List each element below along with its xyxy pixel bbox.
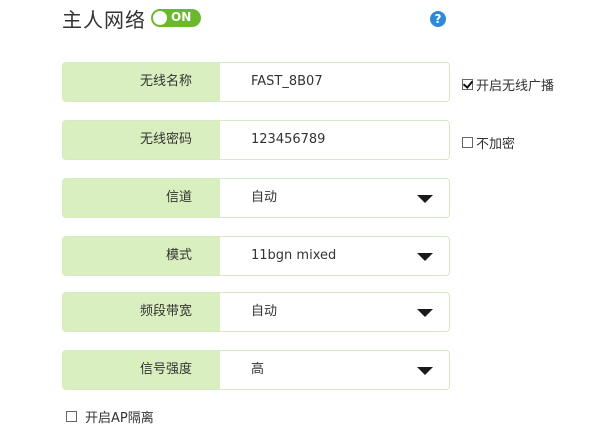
broadcast-checkbox-box[interactable] (462, 79, 473, 90)
ssid-label: 无线名称 (63, 63, 220, 101)
no-encrypt-checkbox-box[interactable] (462, 137, 473, 148)
channel-select[interactable]: 信道 自动 (62, 178, 450, 218)
chevron-down-icon[interactable] (417, 195, 433, 203)
bandwidth-value: 自动 (251, 304, 278, 319)
signal-strength-select[interactable]: 信号强度 高 (62, 350, 450, 390)
ap-isolation-checkbox[interactable]: 开启AP隔离 (66, 407, 154, 426)
chevron-down-icon[interactable] (417, 253, 433, 261)
password-label: 无线密码 (63, 121, 220, 159)
chevron-down-icon[interactable] (417, 309, 433, 317)
chevron-down-icon[interactable] (417, 367, 433, 375)
mode-value: 11bgn mixed (251, 248, 337, 263)
no-encrypt-checkbox[interactable]: 不加密 (462, 133, 515, 152)
network-toggle[interactable]: ON (151, 9, 201, 27)
no-encrypt-checkbox-label: 不加密 (476, 137, 516, 152)
mode-select[interactable]: 模式 11bgn mixed (62, 236, 450, 276)
ssid-input[interactable]: FAST_8B07 (251, 63, 323, 101)
toggle-knob (153, 11, 167, 25)
ssid-row: 无线名称 FAST_8B07 (62, 62, 450, 102)
password-row: 无线密码 123456789 (62, 120, 450, 160)
password-input[interactable]: 123456789 (251, 121, 325, 159)
bandwidth-label: 频段带宽 (63, 293, 220, 331)
page-title: 主人网络 (62, 8, 146, 32)
ap-isolation-checkbox-label: 开启AP隔离 (85, 411, 154, 426)
signal-strength-value: 高 (251, 362, 265, 377)
ap-isolation-checkbox-box[interactable] (66, 411, 77, 422)
signal-strength-label: 信号强度 (63, 351, 220, 389)
channel-label: 信道 (63, 179, 220, 217)
channel-value: 自动 (251, 190, 278, 205)
help-icon[interactable]: ? (430, 11, 446, 27)
broadcast-checkbox[interactable]: 开启无线广播 (462, 75, 554, 94)
toggle-state-label: ON (171, 10, 192, 24)
bandwidth-select[interactable]: 频段带宽 自动 (62, 292, 450, 332)
mode-label: 模式 (63, 237, 220, 275)
broadcast-checkbox-label: 开启无线广播 (476, 79, 555, 94)
